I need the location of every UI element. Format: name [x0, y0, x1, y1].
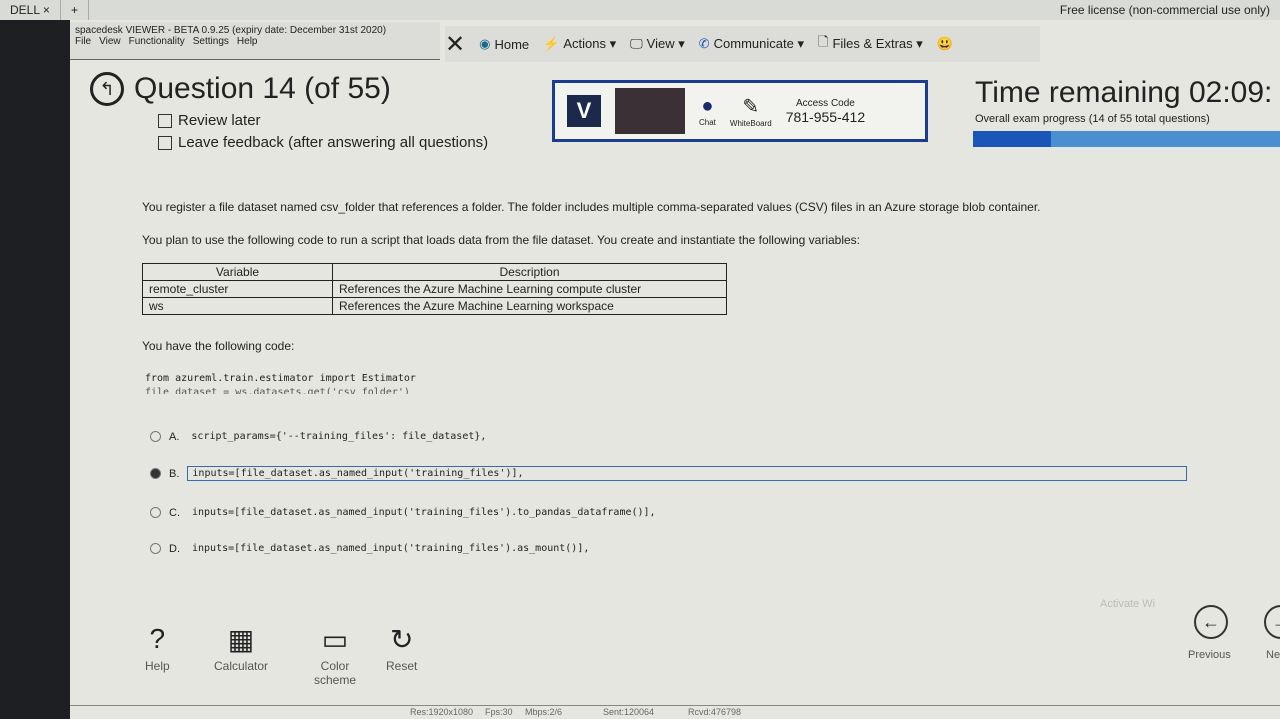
lightning-icon: ⚡ — [543, 36, 560, 51]
color-scheme-button[interactable]: ▭ Color scheme — [302, 623, 368, 687]
communicate-button[interactable]: ✆ Communicate ▾ — [699, 36, 804, 52]
license-text: Free license (non-commercial use only) — [1059, 3, 1270, 17]
tab-dell[interactable]: DELL × — [0, 0, 61, 20]
menu-functionality[interactable]: Functionality — [129, 36, 185, 47]
progress-fill — [973, 131, 1052, 147]
menu-view[interactable]: View — [99, 36, 121, 47]
close-icon[interactable]: ✕ — [445, 30, 465, 59]
status-bar: Res:1920x1080 Fps:30 Mbps:2/6 Sent:12006… — [70, 705, 1280, 719]
help-button[interactable]: ? Help — [145, 623, 170, 673]
add-tab-button[interactable]: + — [61, 0, 89, 20]
viewer-titlebar: spacedesk VIEWER - BETA 0.9.25 (expiry d… — [70, 22, 440, 60]
chat-icon: ● — [701, 95, 714, 117]
previous-label[interactable]: Previous — [1188, 649, 1231, 661]
files-extras-button[interactable]: 🗋 Files & Extras ▾ — [818, 33, 923, 55]
question-mark-icon: ? — [149, 623, 166, 654]
back-arrow-icon[interactable]: ↰ — [90, 72, 124, 106]
file-icon: 🗋 — [818, 34, 829, 49]
option-c[interactable]: C. inputs=[file_dataset.as_named_input('t… — [150, 506, 660, 519]
leave-feedback-checkbox[interactable]: Leave feedback (after answering all ques… — [158, 134, 488, 151]
review-later-checkbox[interactable]: Review later — [158, 112, 261, 129]
browser-tabbar: DELL × + Free license (non-commercial us… — [0, 0, 1280, 20]
monitor-icon: ▭ — [321, 624, 349, 655]
question-text-2: You plan to use the following code to ru… — [142, 233, 861, 247]
access-code: Access Code 781-955-412 — [785, 97, 866, 125]
remote-toolbar: ✕ ◉ Home ⚡ Actions ▾ 🖵 View ▾ ✆ Communicate … — [445, 26, 1040, 62]
logo: V — [567, 95, 601, 127]
checkbox-icon — [158, 135, 172, 150]
phone-icon: ✆ — [698, 36, 710, 51]
menu-help[interactable]: Help — [237, 36, 258, 47]
view-button[interactable]: 🖵 View ▾ — [630, 36, 685, 52]
remote-screen: spacedesk VIEWER - BETA 0.9.25 (expiry d… — [70, 20, 1280, 719]
monitor-icon: 🖵 — [630, 36, 643, 51]
webcam-preview — [615, 88, 685, 134]
home-icon: ◉ — [479, 36, 491, 51]
radio-icon[interactable] — [150, 543, 161, 554]
next-label[interactable]: Ne — [1266, 649, 1280, 661]
calculator-icon: ▦ — [227, 624, 255, 655]
previous-button[interactable]: ← — [1194, 605, 1228, 639]
question-text-1: You register a file dataset named csv_fo… — [142, 200, 1041, 214]
code-line: from azureml.train.estimator import Esti… — [145, 373, 416, 384]
viewer-title: spacedesk VIEWER - BETA 0.9.25 (expiry d… — [75, 25, 387, 36]
progress-text: Overall exam progress (14 of 55 total qu… — [975, 113, 1210, 125]
chat-button[interactable]: ● Chat — [699, 95, 716, 127]
arrow-right-icon: → — [1272, 612, 1280, 633]
checkbox-icon — [158, 113, 172, 128]
reset-button[interactable]: ↻ Reset — [386, 623, 417, 673]
question-header: ↰ Question 14 (of 55) — [90, 72, 391, 106]
actions-button[interactable]: ⚡ Actions ▾ — [543, 36, 616, 52]
table-row: ws References the Azure Machine Learning … — [142, 297, 727, 315]
home-button[interactable]: ◉ Home — [479, 36, 529, 52]
question-text-3: You have the following code: — [142, 339, 295, 353]
option-d[interactable]: D. inputs=[file_dataset.as_named_input('t… — [150, 542, 593, 555]
whiteboard-button[interactable]: ✎ WhiteBoard — [730, 94, 772, 128]
progress-bar — [973, 131, 1280, 147]
arrow-left-icon: ← — [1202, 611, 1220, 632]
reset-icon: ↻ — [389, 624, 414, 655]
close-icon[interactable]: × — [43, 3, 50, 17]
emoji-icon[interactable]: 😃 — [937, 36, 953, 52]
option-a[interactable]: A. script_params={'--training_files': fil… — [150, 430, 490, 443]
option-b[interactable]: B. inputs=[file_dataset.as_named_input('t… — [150, 466, 1188, 481]
page-title: Question 14 (of 55) — [134, 72, 391, 105]
whiteboard-icon: ✎ — [742, 96, 760, 118]
radio-icon[interactable] — [150, 507, 161, 518]
table-header: Description — [332, 263, 727, 281]
code-line: file_dataset = ws.datasets.get('csv_fold… — [145, 387, 410, 394]
activate-windows-watermark: Activate Wi — [1100, 598, 1156, 610]
menu-file[interactable]: File — [75, 36, 91, 47]
variables-table: Variable Description remote_cluster Refere… — [142, 263, 727, 315]
radio-icon[interactable] — [150, 468, 161, 479]
proctor-panel: V ● Chat ✎ WhiteBoard Access Code 781-955-4… — [552, 80, 928, 142]
table-header: Variable — [142, 263, 333, 281]
table-row: remote_cluster References the Azure Machi… — [142, 280, 727, 298]
radio-icon[interactable] — [150, 431, 161, 442]
next-button[interactable]: → — [1264, 605, 1280, 639]
menu-settings[interactable]: Settings — [193, 36, 229, 47]
viewer-menu: File View Functionality Settings Help — [75, 36, 435, 47]
calculator-button[interactable]: ▦ Calculator — [214, 623, 268, 673]
time-remaining: Time remaining 02:09: — [975, 76, 1273, 109]
